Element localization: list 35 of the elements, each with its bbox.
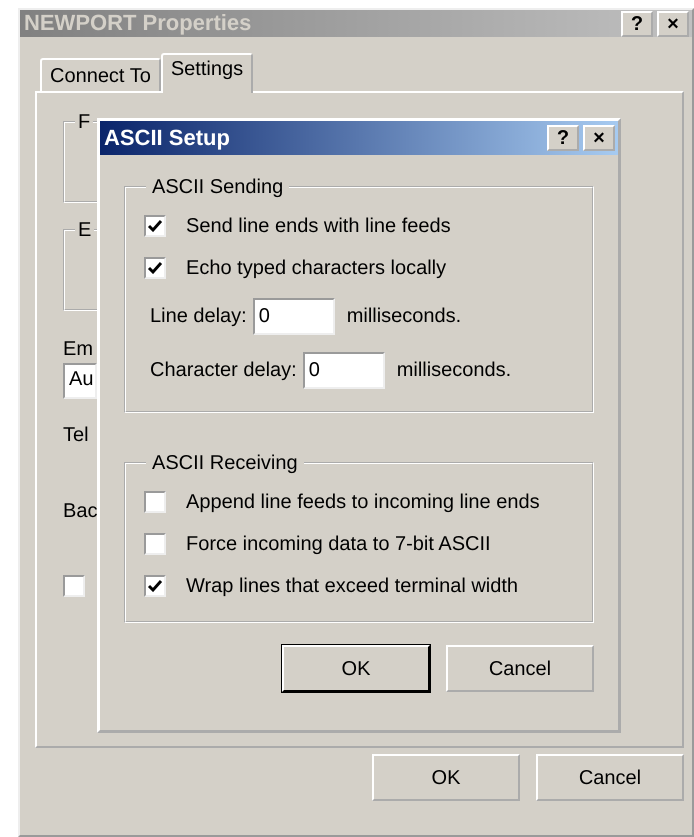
checkbox[interactable] — [144, 575, 166, 597]
checkbox-label: Echo typed characters locally — [186, 256, 446, 280]
cancel-button[interactable]: Cancel — [536, 754, 684, 801]
group-title: ASCII Sending — [151, 175, 284, 199]
checkbox[interactable] — [144, 491, 166, 513]
checkbox-label: Send line ends with line feeds — [186, 214, 451, 238]
field-label: Line delay: — [150, 304, 247, 328]
checkbox[interactable] — [144, 257, 166, 279]
close-button[interactable]: × — [657, 10, 689, 36]
field-label: Character delay: — [150, 358, 297, 382]
help-button[interactable]: ? — [547, 125, 579, 151]
tab[interactable]: Connect To — [40, 58, 161, 91]
checkbox-label: Force incoming data to 7-bit ASCII — [186, 532, 491, 556]
tab[interactable]: Settings — [160, 53, 254, 93]
ok-button[interactable]: OK — [372, 754, 520, 801]
number-field[interactable]: 0 — [252, 298, 335, 334]
unit-label: milliseconds. — [396, 358, 512, 382]
field-label: Tel — [63, 423, 90, 447]
help-button[interactable]: ? — [621, 10, 653, 36]
checkbox[interactable] — [144, 533, 166, 555]
window-title: NEWPORT Properties — [24, 10, 252, 37]
dialog-title: ASCII Setup — [104, 124, 230, 152]
unit-label: milliseconds. — [346, 304, 462, 328]
field-label: Bac — [63, 499, 98, 523]
checkbox[interactable] — [63, 575, 85, 597]
close-button[interactable]: × — [583, 125, 615, 151]
cancel-button[interactable]: Cancel — [446, 645, 594, 692]
dropdown-field[interactable]: Au — [63, 363, 97, 399]
field-label: Em — [63, 337, 94, 361]
checkbox-label: Append line feeds to incoming line ends — [186, 490, 540, 514]
checkbox-label: Wrap lines that exceed terminal width — [186, 574, 518, 598]
checkbox[interactable] — [144, 215, 166, 237]
ok-button[interactable]: OK — [282, 645, 430, 692]
number-field[interactable]: 0 — [302, 352, 385, 388]
group-title: ASCII Receiving — [151, 451, 299, 475]
